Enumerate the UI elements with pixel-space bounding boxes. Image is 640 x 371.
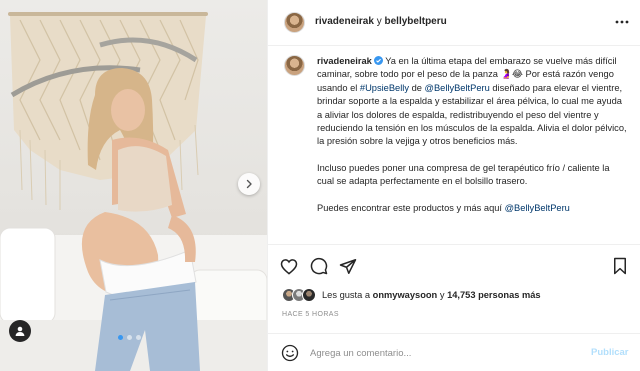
collaborator-username-link[interactable]: bellybeltperu xyxy=(385,16,447,27)
liker-avatar[interactable] xyxy=(302,288,316,302)
tagged-users-button[interactable] xyxy=(9,320,31,342)
likes-summary: Les gusta a onmywaysoon y 14,753 persona… xyxy=(282,286,541,304)
post-details-panel: rivadeneirak y bellybeltperu rivadeneira… xyxy=(267,0,640,371)
save-button[interactable] xyxy=(610,256,630,276)
instagram-post: rivadeneirak y bellybeltperu rivadeneira… xyxy=(0,0,640,371)
like-button[interactable] xyxy=(279,256,299,276)
caption-part: de xyxy=(409,82,425,93)
carousel-dot xyxy=(136,335,141,340)
likes-count-link[interactable]: 14,753 personas más xyxy=(447,290,541,300)
caption-part: Puedes encontrar este productos y más aq… xyxy=(317,202,505,213)
comment-bar: Publicar xyxy=(268,333,640,371)
share-button[interactable] xyxy=(338,256,358,276)
post-caption: rivadeneirak Ya en la última etapa del e… xyxy=(268,47,640,243)
likes-text: Les gusta a onmywaysoon y 14,753 persona… xyxy=(322,290,541,300)
comment-bubble-icon xyxy=(310,257,328,275)
liker-username-link[interactable]: onmywaysoon xyxy=(373,290,438,300)
carousel-dot xyxy=(118,335,123,340)
hashtag-link[interactable]: #UpsieBelly xyxy=(360,83,409,93)
user-tag-icon xyxy=(15,326,25,336)
author-username-link[interactable]: rivadeneirak xyxy=(315,16,374,27)
paper-plane-icon xyxy=(339,258,357,274)
post-photo[interactable] xyxy=(0,0,267,371)
likes-prefix: Les gusta a xyxy=(322,290,373,300)
more-options-button[interactable] xyxy=(614,14,630,30)
caption-paragraph: Incluso puedes poner una compresa de gel… xyxy=(317,162,610,187)
collab-separator: y xyxy=(376,16,382,27)
bookmark-icon xyxy=(614,257,626,275)
post-authors: rivadeneirak y bellybeltperu xyxy=(315,16,447,27)
photo-scene xyxy=(0,12,267,371)
caption-paragraph-last: Puedes encontrar este productos y más aq… xyxy=(317,202,627,215)
caption-author-avatar[interactable] xyxy=(284,55,305,76)
mention-link[interactable]: @BellyBeltPeru xyxy=(425,83,490,93)
chevron-right-icon xyxy=(246,179,252,189)
comment-input[interactable] xyxy=(310,344,580,362)
post-header: rivadeneirak y bellybeltperu xyxy=(268,0,640,46)
verified-badge-icon xyxy=(373,56,383,65)
carousel-dot xyxy=(127,335,132,340)
heart-icon xyxy=(280,258,298,275)
caption-username-link[interactable]: rivadeneirak xyxy=(317,56,372,66)
carousel-next-button[interactable] xyxy=(238,173,260,195)
mention-link[interactable]: @BellyBeltPeru xyxy=(505,203,570,213)
emoji-picker-button[interactable] xyxy=(280,343,300,363)
comment-button[interactable] xyxy=(309,256,329,276)
post-actions xyxy=(268,244,640,286)
publish-button[interactable]: Publicar xyxy=(591,347,629,358)
ellipsis-icon xyxy=(615,20,629,24)
smiley-face-icon xyxy=(281,344,299,362)
likes-middle: y xyxy=(437,290,448,300)
author-avatar[interactable] xyxy=(284,12,305,33)
caption-text: rivadeneirak Ya en la última etapa del e… xyxy=(317,55,627,215)
post-timestamp[interactable]: HACE 5 HORAS xyxy=(282,311,339,318)
carousel-indicator xyxy=(118,335,141,340)
